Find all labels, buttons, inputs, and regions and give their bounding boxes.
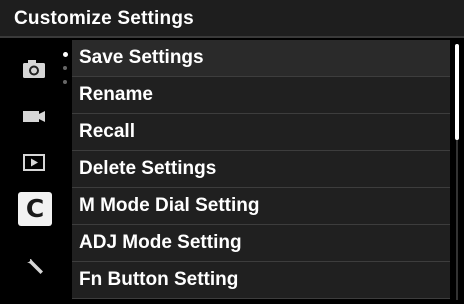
wrench-icon[interactable] bbox=[18, 250, 50, 282]
playback-icon[interactable] bbox=[18, 146, 50, 178]
menu-item-label: Delete Settings bbox=[79, 158, 217, 179]
menu-item-rename[interactable]: Rename bbox=[72, 77, 450, 114]
menu-item-save-settings[interactable]: Save Settings bbox=[72, 40, 450, 77]
menu-item-label: ADJ Mode Setting bbox=[79, 232, 242, 253]
video-camera-icon[interactable] bbox=[18, 100, 50, 132]
page-dot-1 bbox=[62, 52, 68, 57]
custom-c-icon[interactable]: C bbox=[18, 192, 52, 226]
title-bar: Customize Settings bbox=[0, 0, 464, 38]
scrollbar[interactable] bbox=[453, 40, 461, 304]
side-tab-rail: C bbox=[8, 40, 72, 304]
menu-list: Save Settings Rename Recall Delete Setti… bbox=[72, 40, 450, 304]
page-dot-3 bbox=[63, 80, 67, 84]
scroll-thumb[interactable] bbox=[455, 44, 459, 140]
menu-item-recall[interactable]: Recall bbox=[72, 114, 450, 151]
menu-item-label: Rename bbox=[79, 84, 153, 105]
menu-item-delete-settings[interactable]: Delete Settings bbox=[72, 151, 450, 188]
camera-icon[interactable] bbox=[18, 52, 50, 84]
custom-tab-label: C bbox=[25, 194, 45, 223]
page-indicator bbox=[62, 50, 70, 90]
menu-item-label: Fn Button Setting bbox=[79, 269, 239, 290]
menu-item-label: Recall bbox=[79, 121, 135, 142]
page-title: Customize Settings bbox=[14, 8, 194, 29]
menu-item-label: M Mode Dial Setting bbox=[79, 195, 260, 216]
menu-item-m-mode-dial-setting[interactable]: M Mode Dial Setting bbox=[72, 188, 450, 225]
menu-item-adj-mode-setting[interactable]: ADJ Mode Setting bbox=[72, 225, 450, 262]
menu-item-label: Save Settings bbox=[79, 47, 204, 68]
menu-item-fn-button-setting[interactable]: Fn Button Setting bbox=[72, 262, 450, 299]
page-dot-2 bbox=[63, 66, 67, 70]
